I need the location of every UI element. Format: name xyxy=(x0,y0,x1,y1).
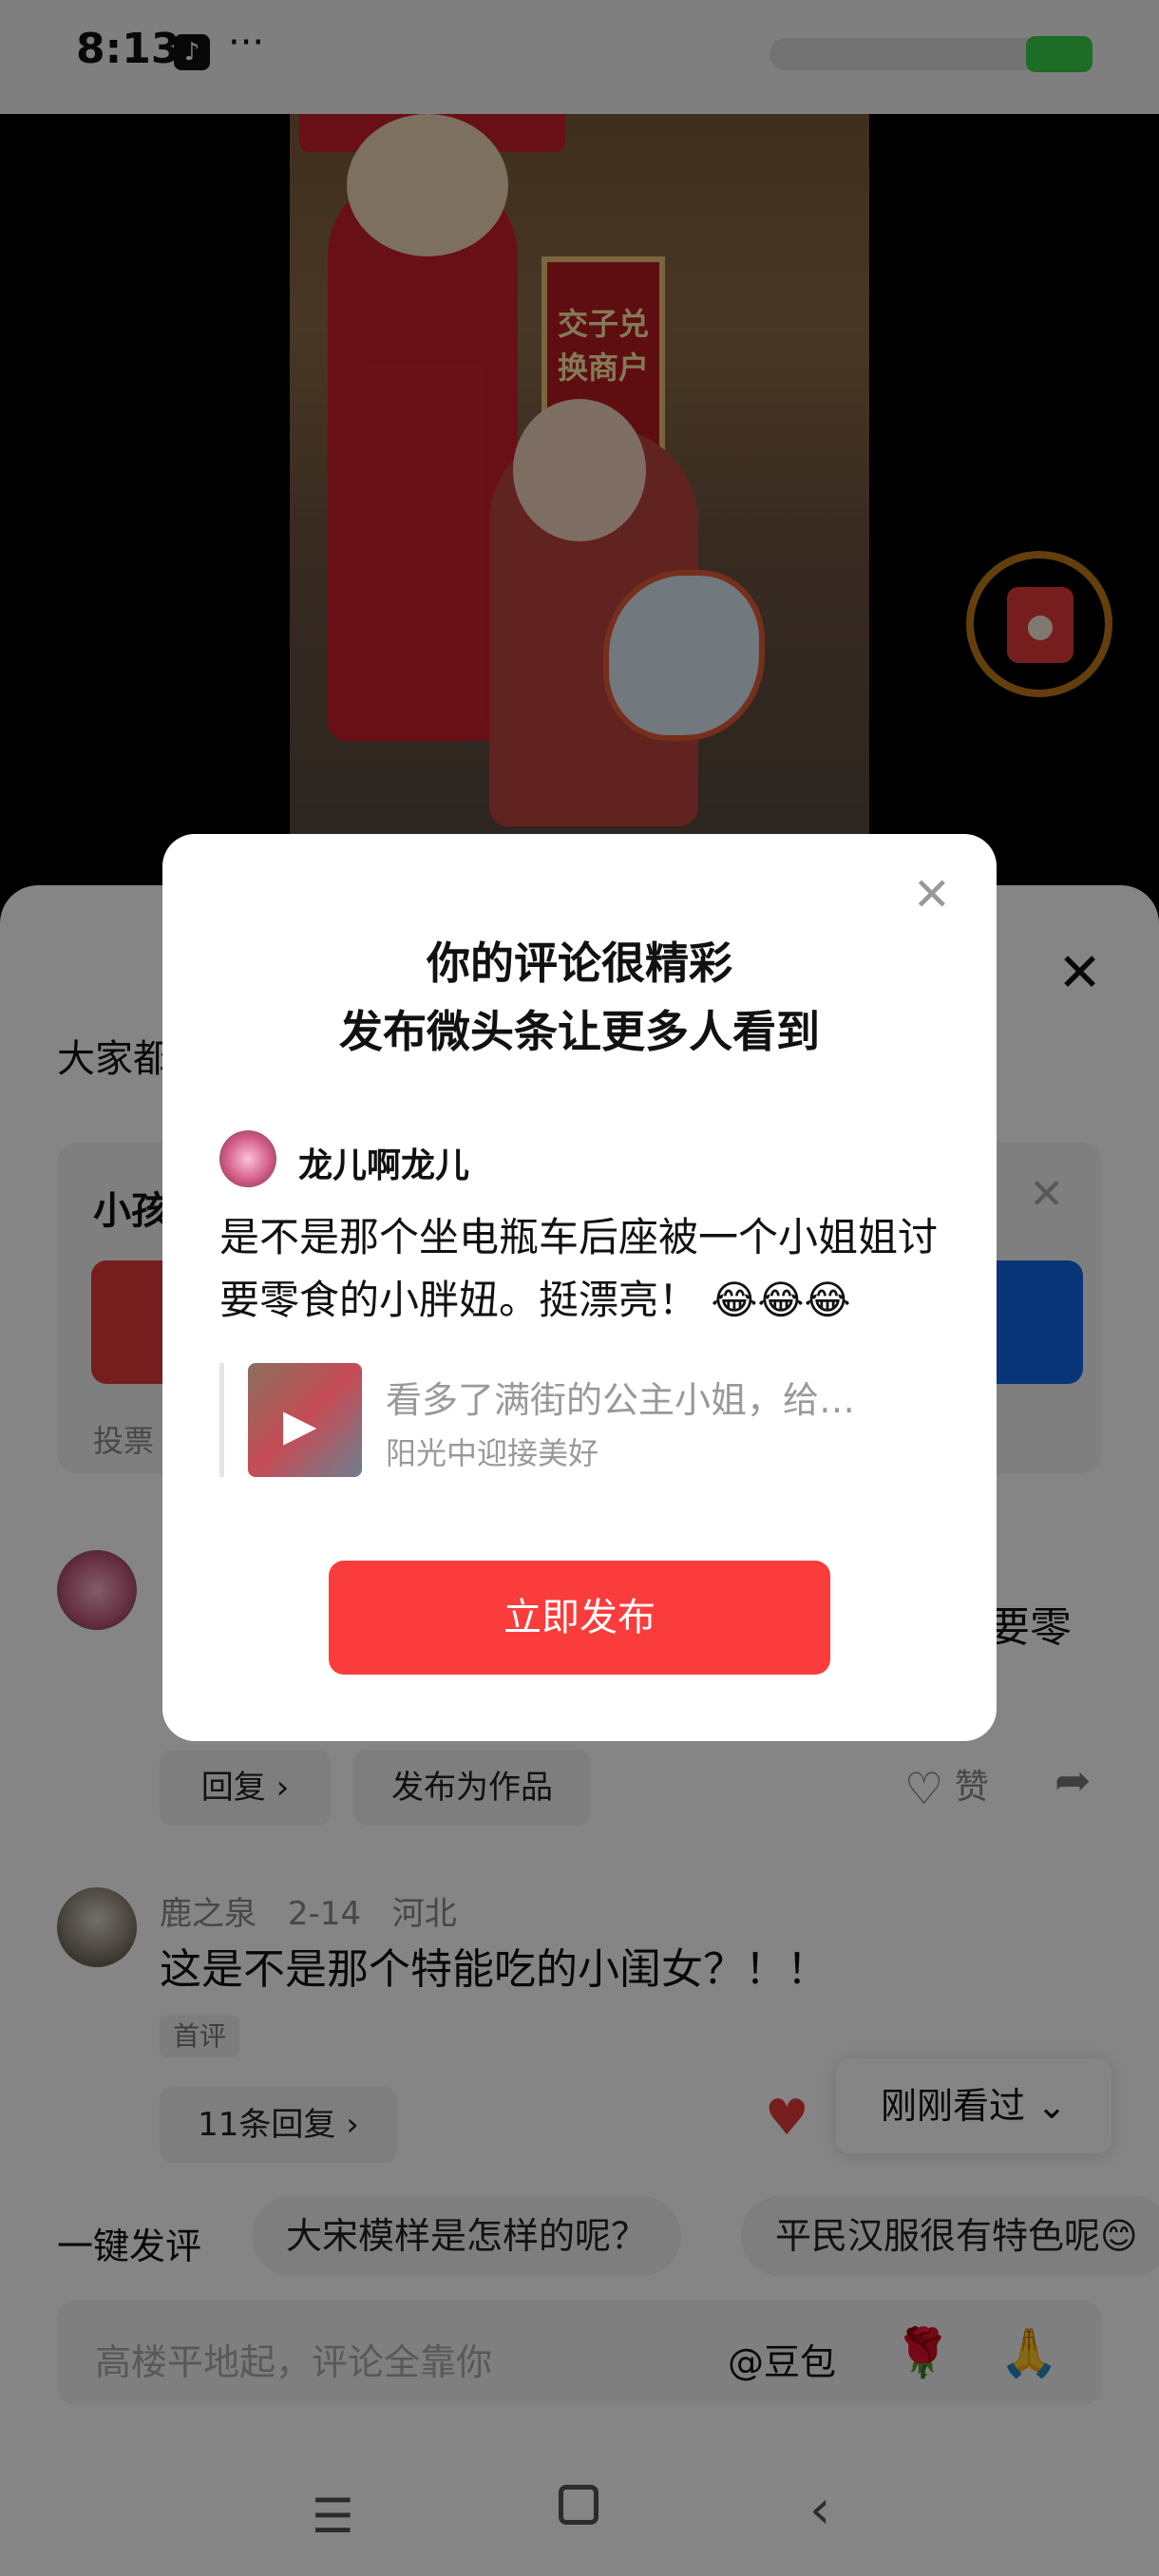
close-icon[interactable]: ✕ xyxy=(913,868,951,921)
publish-now-button[interactable]: 立即发布 xyxy=(329,1561,830,1675)
dialog-username: 龙儿啊龙儿 xyxy=(298,1146,470,1185)
quoted-video[interactable]: ▶ 看多了满街的公主小姐，给… 阳光中迎接美好 xyxy=(219,1363,941,1477)
play-icon: ▶ xyxy=(283,1399,317,1450)
dialog-title-line1: 你的评论很精彩 xyxy=(427,938,732,989)
quoted-video-author: 阳光中迎接美好 xyxy=(386,1435,599,1471)
publish-dialog: ✕ 你的评论很精彩 发布微头条让更多人看到 龙儿啊龙儿 是不是那个坐电瓶车后座被… xyxy=(162,834,997,1741)
dialog-title: 你的评论很精彩 发布微头条让更多人看到 xyxy=(162,929,997,1066)
dialog-comment-text: 是不是那个坐电瓶车后座被一个小姐姐讨要零食的小胖妞。挺漂亮！ 😂😂😂 xyxy=(219,1214,939,1323)
dialog-title-line2: 发布微头条让更多人看到 xyxy=(339,1006,820,1057)
quoted-video-title: 看多了满街的公主小姐，给… xyxy=(386,1379,856,1421)
avatar xyxy=(219,1130,276,1187)
